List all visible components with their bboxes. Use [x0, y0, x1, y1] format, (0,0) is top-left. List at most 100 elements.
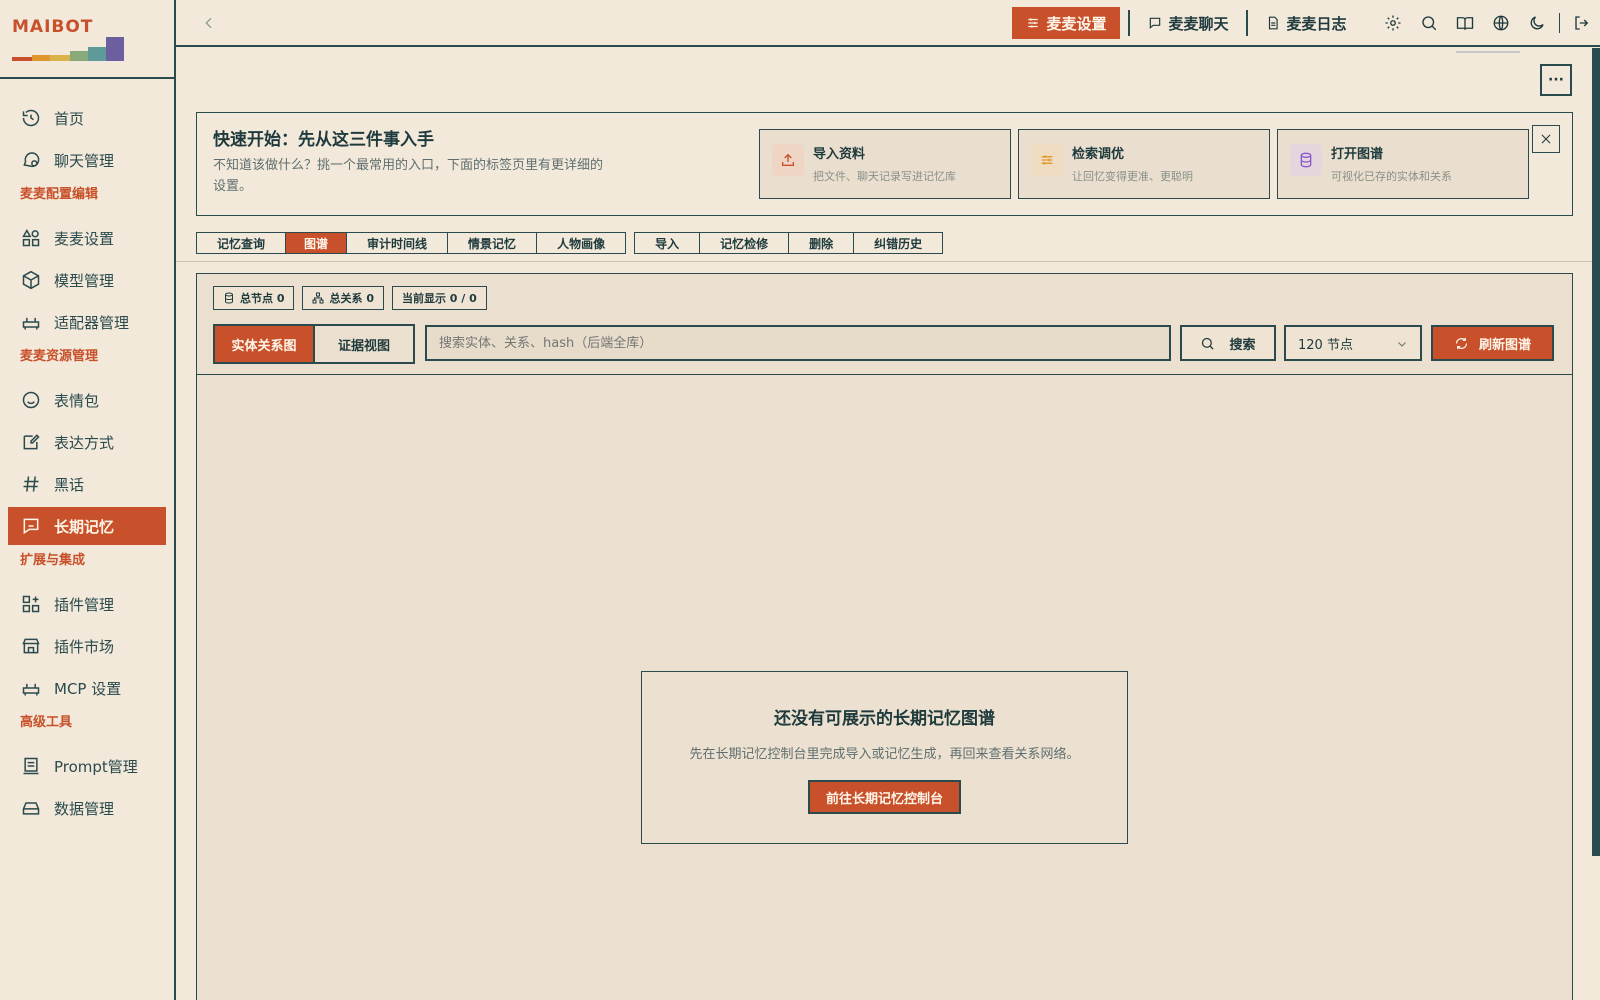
store-icon	[20, 635, 42, 657]
stat-total-nodes-text: 总节点 0	[240, 292, 285, 305]
logout-icon	[1575, 16, 1589, 30]
collapse-sidebar-button[interactable]	[198, 12, 220, 34]
sidebar-item-label: 长期记忆	[54, 517, 115, 536]
sidebar-item-data[interactable]: 数据管理	[8, 789, 166, 827]
graph-canvas[interactable]: 还没有可展示的长期记忆图谱 先在长期记忆控制台里完成导入或记忆生成，再回来查看关…	[197, 374, 1572, 1000]
top-actions: 麦麦设置 麦麦聊天 麦麦日志	[1012, 7, 1600, 39]
top-indicator	[1456, 51, 1520, 53]
quick-card-title: 导入资料	[813, 147, 866, 162]
tab-group-view: 记忆查询 图谱 审计时间线 情景记忆 人物画像	[196, 232, 627, 254]
maimai-settings-button[interactable]: 麦麦设置	[1012, 7, 1121, 39]
stat-current-display: 当前显示 0 / 0	[391, 286, 487, 310]
sidebar-item-expressions[interactable]: 表达方式	[8, 423, 166, 461]
settings-button[interactable]	[1375, 7, 1411, 39]
sidebar-item-maimai-settings[interactable]: 麦麦设置	[8, 219, 166, 257]
prompt-icon	[20, 755, 42, 777]
quick-card-title: 打开图谱	[1331, 147, 1384, 162]
graph-search-input[interactable]	[425, 325, 1171, 361]
quick-card-retrieval-tuning[interactable]: 检索调优 让回忆变得更准、更聪明	[1018, 129, 1270, 199]
graph-stats: 总节点 0 总关系 0 当前显示 0 / 0	[213, 286, 495, 310]
quick-card-open-graph[interactable]: 打开图谱 可视化已存的实体和关系	[1277, 129, 1529, 199]
search-icon	[1202, 337, 1215, 350]
sidebar-item-label: 表达方式	[54, 433, 115, 452]
node-count-select[interactable]: 120 节点	[1284, 325, 1422, 361]
quick-card-import[interactable]: 导入资料 把文件、聊天记录写进记忆库	[759, 129, 1011, 199]
chevron-left-icon	[205, 17, 212, 29]
sidebar-item-adapters[interactable]: 适配器管理	[8, 303, 166, 341]
quick-card-title: 检索调优	[1072, 147, 1125, 162]
page-scrollbar[interactable]	[1592, 48, 1600, 856]
edit-note-icon	[20, 431, 42, 453]
quick-card-subtitle: 让回忆变得更准、更聪明	[1072, 170, 1193, 183]
maimai-log-button[interactable]: 麦麦日志	[1252, 7, 1360, 39]
top-bar: 麦麦设置 麦麦聊天 麦麦日志	[176, 0, 1600, 47]
theme-toggle-button[interactable]	[1519, 7, 1555, 39]
evidence-view-button[interactable]: 证据视图	[315, 326, 413, 362]
tab-import[interactable]: 导入	[635, 233, 701, 253]
sidebar-item-label: 聊天管理	[54, 151, 115, 170]
tab-audit-timeline[interactable]: 审计时间线	[347, 233, 449, 253]
sidebar-nav: 首页 聊天管理 麦麦配置编辑 麦麦设置 模型管理 适配器管理 麦麦资源管理 表情…	[0, 79, 174, 827]
empty-state-title: 还没有可展示的长期记忆图谱	[774, 709, 995, 729]
entity-graph-view-button[interactable]: 实体关系图	[215, 326, 315, 362]
quick-start-panel: 快速开始：先从这三件事入手 不知道该做什么？挑一个最常用的入口，下面的标签页里有…	[196, 112, 1573, 216]
language-button[interactable]	[1483, 7, 1519, 39]
database-icon	[225, 292, 233, 304]
graph-search-button[interactable]: 搜索	[1180, 325, 1276, 361]
empty-state-description: 先在长期记忆控制台里完成导入或记忆生成，再回来查看关系网络。	[689, 747, 1080, 762]
refresh-graph-button[interactable]: 刷新图谱	[1431, 325, 1554, 361]
sidebar: MAIBOT 首页 聊天管理 麦麦配置编辑 麦麦设置 模型管理 适配器管理 麦麦…	[0, 0, 176, 1000]
sidebar-item-plugin-market[interactable]: 插件市场	[8, 627, 166, 665]
globe-icon	[1493, 15, 1508, 31]
sidebar-item-label: 插件管理	[54, 595, 115, 614]
sidebar-item-mcp-settings[interactable]: MCP 设置	[8, 669, 166, 707]
tab-delete[interactable]: 删除	[789, 233, 855, 253]
sidebar-item-label: 黑话	[54, 475, 85, 494]
maimai-settings-label: 麦麦设置	[1046, 14, 1107, 33]
tab-episodic-memory[interactable]: 情景记忆	[448, 233, 538, 253]
sidebar-item-chat[interactable]: 聊天管理	[8, 141, 166, 179]
close-quick-start-button[interactable]	[1532, 125, 1560, 153]
close-icon	[1541, 134, 1551, 144]
sidebar-item-stickers[interactable]: 表情包	[8, 381, 166, 419]
logo-bars-graphic	[12, 37, 124, 61]
tab-memory-repair[interactable]: 记忆检修	[700, 233, 790, 253]
docs-button[interactable]	[1447, 7, 1483, 39]
tab-graph[interactable]: 图谱	[286, 233, 348, 253]
logout-button[interactable]	[1564, 7, 1600, 39]
more-icon: ···	[1548, 72, 1564, 88]
sidebar-item-label: 表情包	[54, 391, 100, 410]
memory-icon	[20, 515, 42, 537]
tab-memory-query[interactable]: 记忆查询	[197, 233, 287, 253]
adapter-icon	[20, 677, 42, 699]
maimai-chat-button[interactable]: 麦麦聊天	[1134, 7, 1242, 39]
tab-correction-history[interactable]: 纠错历史	[854, 233, 942, 253]
search-button[interactable]	[1411, 7, 1447, 39]
adapter-icon	[20, 311, 42, 333]
more-options-button[interactable]: ···	[1540, 64, 1572, 96]
section-config-heading: 麦麦配置编辑	[20, 187, 99, 202]
divider	[1558, 13, 1560, 33]
tab-group-manage: 导入 记忆检修 删除 纠错历史	[634, 232, 944, 254]
go-to-memory-console-button[interactable]: 前往长期记忆控制台	[807, 780, 961, 814]
section-resources-heading: 麦麦资源管理	[20, 349, 99, 364]
section-advanced-heading: 高级工具	[20, 715, 73, 730]
stat-total-edges: 总关系 0	[302, 286, 384, 310]
logo[interactable]: MAIBOT	[0, 0, 174, 79]
sidebar-item-plugins[interactable]: 插件管理	[8, 585, 166, 623]
sidebar-item-slang[interactable]: 黑话	[8, 465, 166, 503]
refresh-graph-label: 刷新图谱	[1478, 337, 1531, 353]
sidebar-item-long-term-memory[interactable]: 长期记忆	[8, 507, 166, 545]
sidebar-item-label: 模型管理	[54, 271, 115, 290]
maimai-log-label: 麦麦日志	[1286, 14, 1347, 33]
sidebar-item-home[interactable]: 首页	[8, 99, 166, 137]
gear-icon	[1385, 15, 1400, 31]
message-icon	[1150, 17, 1161, 29]
sidebar-item-prompt[interactable]: Prompt管理	[8, 747, 166, 785]
divider	[1128, 10, 1131, 36]
plugin-grid-icon	[20, 593, 42, 615]
sidebar-item-models[interactable]: 模型管理	[8, 261, 166, 299]
tab-person-profile[interactable]: 人物画像	[537, 233, 625, 253]
cube-icon	[20, 269, 42, 291]
sidebar-item-label: MCP 设置	[54, 679, 122, 698]
